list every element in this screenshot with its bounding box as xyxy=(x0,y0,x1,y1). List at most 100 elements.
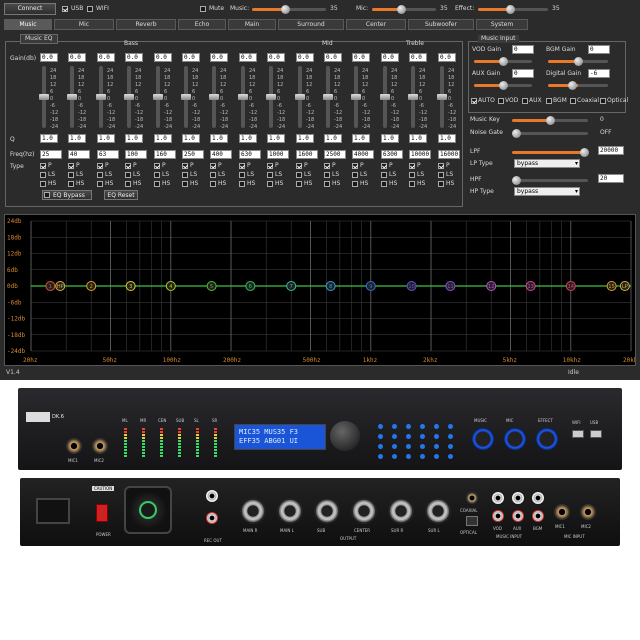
front-knob-mic[interactable] xyxy=(504,428,526,450)
band-type-p-checkbox-1[interactable] xyxy=(40,163,46,169)
coaxial-jack[interactable] xyxy=(466,492,478,504)
rec-out-l-jack[interactable] xyxy=(206,490,218,502)
front-key-button[interactable] xyxy=(420,444,425,449)
hpf-input[interactable]: 20 xyxy=(598,174,624,183)
band-gain-knob-15[interactable] xyxy=(437,94,447,100)
front-key-button[interactable] xyxy=(406,434,411,439)
band-freq-input-15[interactable]: 16000 xyxy=(438,150,460,159)
source-optical-checkbox[interactable] xyxy=(600,98,606,104)
band-type-hs-checkbox-15[interactable] xyxy=(438,181,444,187)
band-gain-knob-11[interactable] xyxy=(323,94,333,100)
band-gain-slider-13[interactable] xyxy=(380,66,390,128)
band-type-ls-checkbox-3[interactable] xyxy=(97,172,103,178)
band-gain-slider-15[interactable] xyxy=(437,66,447,128)
front-key-button[interactable] xyxy=(392,444,397,449)
usb-checkbox[interactable] xyxy=(62,6,68,12)
tab-system[interactable]: System xyxy=(476,19,528,30)
band-gain-input-10[interactable]: 0.0 xyxy=(296,53,314,62)
connect-button[interactable]: Connect xyxy=(4,3,56,15)
power-switch[interactable] xyxy=(96,504,108,522)
source-aux-checkbox[interactable] xyxy=(522,98,528,104)
front-key-button[interactable] xyxy=(406,424,411,429)
band-q-input-2[interactable]: 1.0 xyxy=(68,134,86,143)
bgm-gain-input[interactable]: 0 xyxy=(588,45,610,54)
band-gain-input-3[interactable]: 0.0 xyxy=(97,53,115,62)
band-freq-input-8[interactable]: 630 xyxy=(239,150,261,159)
front-key-button[interactable] xyxy=(378,444,383,449)
front-key-button[interactable] xyxy=(378,454,383,459)
band-type-hs-checkbox-1[interactable] xyxy=(40,181,46,187)
front-key-button[interactable] xyxy=(434,434,439,439)
digital-gain-input[interactable]: -6 xyxy=(588,69,610,78)
band-gain-knob-8[interactable] xyxy=(238,94,248,100)
band-type-p-checkbox-10[interactable] xyxy=(296,163,302,169)
band-type-p-checkbox-3[interactable] xyxy=(97,163,103,169)
bgm-gain-slider[interactable] xyxy=(548,57,608,66)
tab-main[interactable]: Main xyxy=(228,19,276,30)
band-gain-input-13[interactable]: 0.0 xyxy=(381,53,399,62)
band-freq-input-1[interactable]: 25 xyxy=(40,150,62,159)
output-main-r-connector[interactable] xyxy=(240,498,266,524)
output-sur-r-connector[interactable] xyxy=(388,498,414,524)
band-type-ls-checkbox-4[interactable] xyxy=(125,172,131,178)
band-type-hs-checkbox-9[interactable] xyxy=(267,181,273,187)
hpf-slider[interactable] xyxy=(512,176,588,185)
vod-gain-slider[interactable] xyxy=(474,57,532,66)
band-gain-knob-9[interactable] xyxy=(266,94,276,100)
band-gain-slider-9[interactable] xyxy=(266,66,276,128)
aux-gain-input[interactable]: 0 xyxy=(512,69,534,78)
band-type-hs-checkbox-6[interactable] xyxy=(182,181,188,187)
eq-response-graph[interactable]: 24db 18db 12db 6db 0db -6db -12db -18db -24db 20h… xyxy=(4,214,636,366)
lp-type-select[interactable]: bypass xyxy=(514,159,580,168)
band-type-hs-checkbox-12[interactable] xyxy=(352,181,358,187)
band-q-input-3[interactable]: 1.0 xyxy=(97,134,115,143)
band-type-hs-checkbox-7[interactable] xyxy=(210,181,216,187)
mute-checkbox[interactable] xyxy=(200,6,206,12)
front-key-button[interactable] xyxy=(392,434,397,439)
band-gain-input-7[interactable]: 0.0 xyxy=(210,53,228,62)
source-vod-checkbox[interactable] xyxy=(498,98,504,104)
band-gain-slider-5[interactable] xyxy=(153,66,163,128)
band-type-ls-checkbox-8[interactable] xyxy=(239,172,245,178)
front-key-button[interactable] xyxy=(378,434,383,439)
band-q-input-9[interactable]: 1.0 xyxy=(267,134,285,143)
band-q-input-4[interactable]: 1.0 xyxy=(125,134,143,143)
source-auto-checkbox[interactable] xyxy=(471,98,477,104)
band-gain-input-5[interactable]: 0.0 xyxy=(154,53,172,62)
front-key-button[interactable] xyxy=(448,434,453,439)
noise-gate-knob[interactable] xyxy=(512,129,521,138)
band-type-p-checkbox-4[interactable] xyxy=(125,163,131,169)
band-type-hs-checkbox-13[interactable] xyxy=(381,181,387,187)
band-type-ls-checkbox-14[interactable] xyxy=(409,172,415,178)
band-type-ls-checkbox-11[interactable] xyxy=(324,172,330,178)
music-key-knob[interactable] xyxy=(546,116,555,125)
front-key-button[interactable] xyxy=(392,454,397,459)
noise-gate-slider[interactable] xyxy=(512,129,588,138)
tab-surround[interactable]: Surround xyxy=(278,19,344,30)
band-gain-slider-6[interactable] xyxy=(181,66,191,128)
band-type-ls-checkbox-15[interactable] xyxy=(438,172,444,178)
band-q-input-15[interactable]: 1.0 xyxy=(438,134,456,143)
band-gain-knob-1[interactable] xyxy=(39,94,49,100)
music-input-bgm-r-jack[interactable] xyxy=(532,510,544,522)
band-type-ls-checkbox-13[interactable] xyxy=(381,172,387,178)
rec-out-r-jack[interactable] xyxy=(206,512,218,524)
band-q-input-8[interactable]: 1.0 xyxy=(239,134,257,143)
band-q-input-7[interactable]: 1.0 xyxy=(210,134,228,143)
band-gain-input-9[interactable]: 0.0 xyxy=(267,53,285,62)
source-bgm-checkbox[interactable] xyxy=(546,98,552,104)
band-freq-input-11[interactable]: 2500 xyxy=(324,150,346,159)
band-type-ls-checkbox-12[interactable] xyxy=(352,172,358,178)
tab-music[interactable]: Music xyxy=(4,19,52,30)
front-mic-jack-1[interactable] xyxy=(66,438,82,454)
band-type-hs-checkbox-10[interactable] xyxy=(296,181,302,187)
output-sur-l-connector[interactable] xyxy=(425,498,451,524)
tab-echo[interactable]: Echo xyxy=(178,19,226,30)
output-center-connector[interactable] xyxy=(351,498,377,524)
band-q-input-10[interactable]: 1.0 xyxy=(296,134,314,143)
band-freq-input-12[interactable]: 4000 xyxy=(352,150,374,159)
band-type-p-checkbox-2[interactable] xyxy=(68,163,74,169)
band-type-ls-checkbox-7[interactable] xyxy=(210,172,216,178)
band-q-input-6[interactable]: 1.0 xyxy=(182,134,200,143)
digital-gain-slider[interactable] xyxy=(548,81,608,90)
